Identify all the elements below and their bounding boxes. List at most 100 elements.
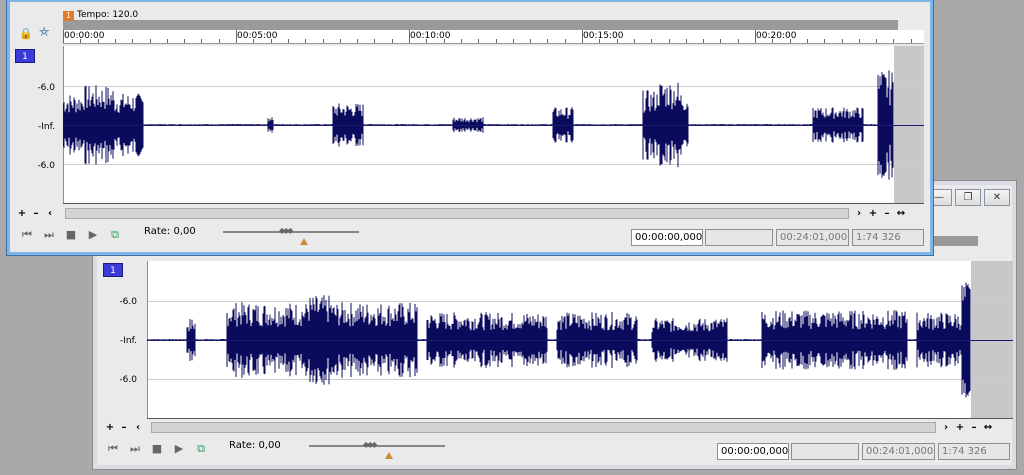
ruler-tick <box>357 39 359 43</box>
track-number[interactable]: 1 <box>15 49 35 63</box>
ruler-tick <box>218 39 220 43</box>
play-icon[interactable]: ▶ <box>85 227 101 243</box>
ruler-tick <box>582 30 583 43</box>
go-to-end-icon[interactable]: ⏭ <box>41 227 57 243</box>
ruler-tick <box>547 39 549 43</box>
ruler-tick <box>166 39 168 43</box>
scroll-left-icon[interactable]: ‹ <box>43 208 57 219</box>
ruler-tick <box>149 39 151 43</box>
ruler-tick <box>443 39 445 43</box>
zoom-out-icon[interactable]: – <box>117 422 131 433</box>
ruler-tick <box>824 39 826 43</box>
waveform-centerline <box>63 125 924 126</box>
ruler-tick <box>287 39 289 43</box>
ruler-tick <box>236 30 237 43</box>
ruler-tick <box>478 39 480 43</box>
ruler-tick <box>668 39 670 43</box>
timecode-current[interactable]: 00:00:00,000 <box>631 229 703 246</box>
lock-icon[interactable]: 🔒 <box>19 27 33 40</box>
ruler-tick <box>460 39 462 43</box>
ruler-tick <box>703 39 705 43</box>
ruler-tick <box>409 30 410 43</box>
ruler-tick <box>97 39 99 43</box>
ruler-tick <box>841 39 843 43</box>
front-editor-window: 1 Tempo: 120.0 🔒 ⛤ 00:00:00 00:05:00 00:… <box>6 0 934 256</box>
ruler-tick <box>789 39 791 43</box>
zoom-in-icon[interactable]: + <box>866 208 880 219</box>
db-label-center: -Inf. <box>38 122 55 132</box>
scroll-row-right: › + – ↔ <box>852 207 908 220</box>
restore-icon[interactable]: ❐ <box>955 189 981 206</box>
horizontal-scrollbar[interactable] <box>65 208 849 219</box>
ruler-tick <box>685 39 687 43</box>
scroll-right-icon[interactable]: › <box>939 422 953 433</box>
scroll-row: + – ‹ <box>15 207 57 220</box>
ruler-tick <box>426 39 428 43</box>
resize-icon[interactable]: ↔ <box>981 422 995 433</box>
transport-controls: ⏮ ⏭ ■ ▶ ⧉ <box>19 227 123 243</box>
scroll-left-icon[interactable]: ‹ <box>131 422 145 433</box>
tempo-marker[interactable]: 1 <box>63 11 74 21</box>
window-controls: — ❐ ✕ <box>926 189 1010 206</box>
zoom-in-icon[interactable]: + <box>15 208 29 219</box>
timecode-length: 00:24:01,000 <box>776 229 849 246</box>
db-label-center: -Inf. <box>120 336 137 346</box>
ruler-tick <box>63 30 64 43</box>
db-label-bottom: -6.0 <box>119 375 137 385</box>
horizontal-scrollbar[interactable] <box>151 422 936 433</box>
loop-icon[interactable]: ⧉ <box>193 441 209 457</box>
rate-label: Rate: 0,00 <box>144 226 196 237</box>
zoom-in-icon[interactable]: + <box>103 422 117 433</box>
zoom-ratio: 1:74 326 <box>852 229 924 246</box>
zoom-out-icon[interactable]: – <box>29 208 43 219</box>
rate-label: Rate: 0,00 <box>229 440 281 451</box>
ruler-tick <box>633 39 635 43</box>
resize-icon[interactable]: ↔ <box>894 208 908 219</box>
ruler-tick <box>772 39 774 43</box>
loop-icon[interactable]: ⧉ <box>107 227 123 243</box>
transport-controls: ⏮ ⏭ ■ ▶ ⧉ <box>105 441 209 457</box>
waveform-view[interactable] <box>63 46 924 204</box>
go-to-start-icon[interactable]: ⏮ <box>19 227 35 243</box>
waveform-view[interactable] <box>147 261 1013 419</box>
ruler-tick <box>737 39 739 43</box>
rate-slider-knob[interactable]: ◆◆◆ <box>279 226 301 236</box>
ruler-tick <box>339 39 341 43</box>
ruler-tick <box>114 39 116 43</box>
db-label-bottom: -6.0 <box>37 161 55 171</box>
ruler-tick <box>599 39 601 43</box>
scroll-row-right: › + – ↔ <box>939 421 995 434</box>
ruler-tick <box>720 39 722 43</box>
snap-icon[interactable]: ⛤ <box>39 25 49 40</box>
ruler-tick <box>305 39 307 43</box>
ruler-tick <box>858 39 860 43</box>
close-icon[interactable]: ✕ <box>984 189 1010 206</box>
ruler-tick <box>253 39 255 43</box>
go-to-end-icon[interactable]: ⏭ <box>127 441 143 457</box>
scroll-right-icon[interactable]: › <box>852 208 866 219</box>
track-number[interactable]: 1 <box>103 263 123 277</box>
stop-icon[interactable]: ■ <box>149 441 165 457</box>
ruler-tick <box>201 39 203 43</box>
zoom-in-icon[interactable]: + <box>953 422 967 433</box>
timecode-selection <box>705 229 773 246</box>
zoom-out-icon[interactable]: – <box>967 422 981 433</box>
ruler-tick <box>806 39 808 43</box>
ruler-tick <box>893 39 895 43</box>
go-to-start-icon[interactable]: ⏮ <box>105 441 121 457</box>
timecode-current[interactable]: 00:00:00,000 <box>717 443 789 460</box>
ruler-tick <box>391 39 393 43</box>
ruler-tick <box>184 39 186 43</box>
zoom-ratio: 1:74 326 <box>938 443 1010 460</box>
stop-icon[interactable]: ■ <box>63 227 79 243</box>
ruler-tick <box>80 39 82 43</box>
ruler-tick <box>564 39 566 43</box>
ruler-tick <box>132 39 134 43</box>
play-icon[interactable]: ▶ <box>171 441 187 457</box>
time-ruler[interactable]: 00:00:00 00:05:00 00:10:00 00:15:00 00:2… <box>63 30 924 44</box>
db-label-top: -6.0 <box>119 297 137 307</box>
rate-slider-knob[interactable]: ◆◆◆ <box>363 440 385 450</box>
timecode-length: 00:24:01,000 <box>862 443 935 460</box>
rate-slider-indicator <box>385 452 393 459</box>
zoom-out-icon[interactable]: – <box>880 208 894 219</box>
